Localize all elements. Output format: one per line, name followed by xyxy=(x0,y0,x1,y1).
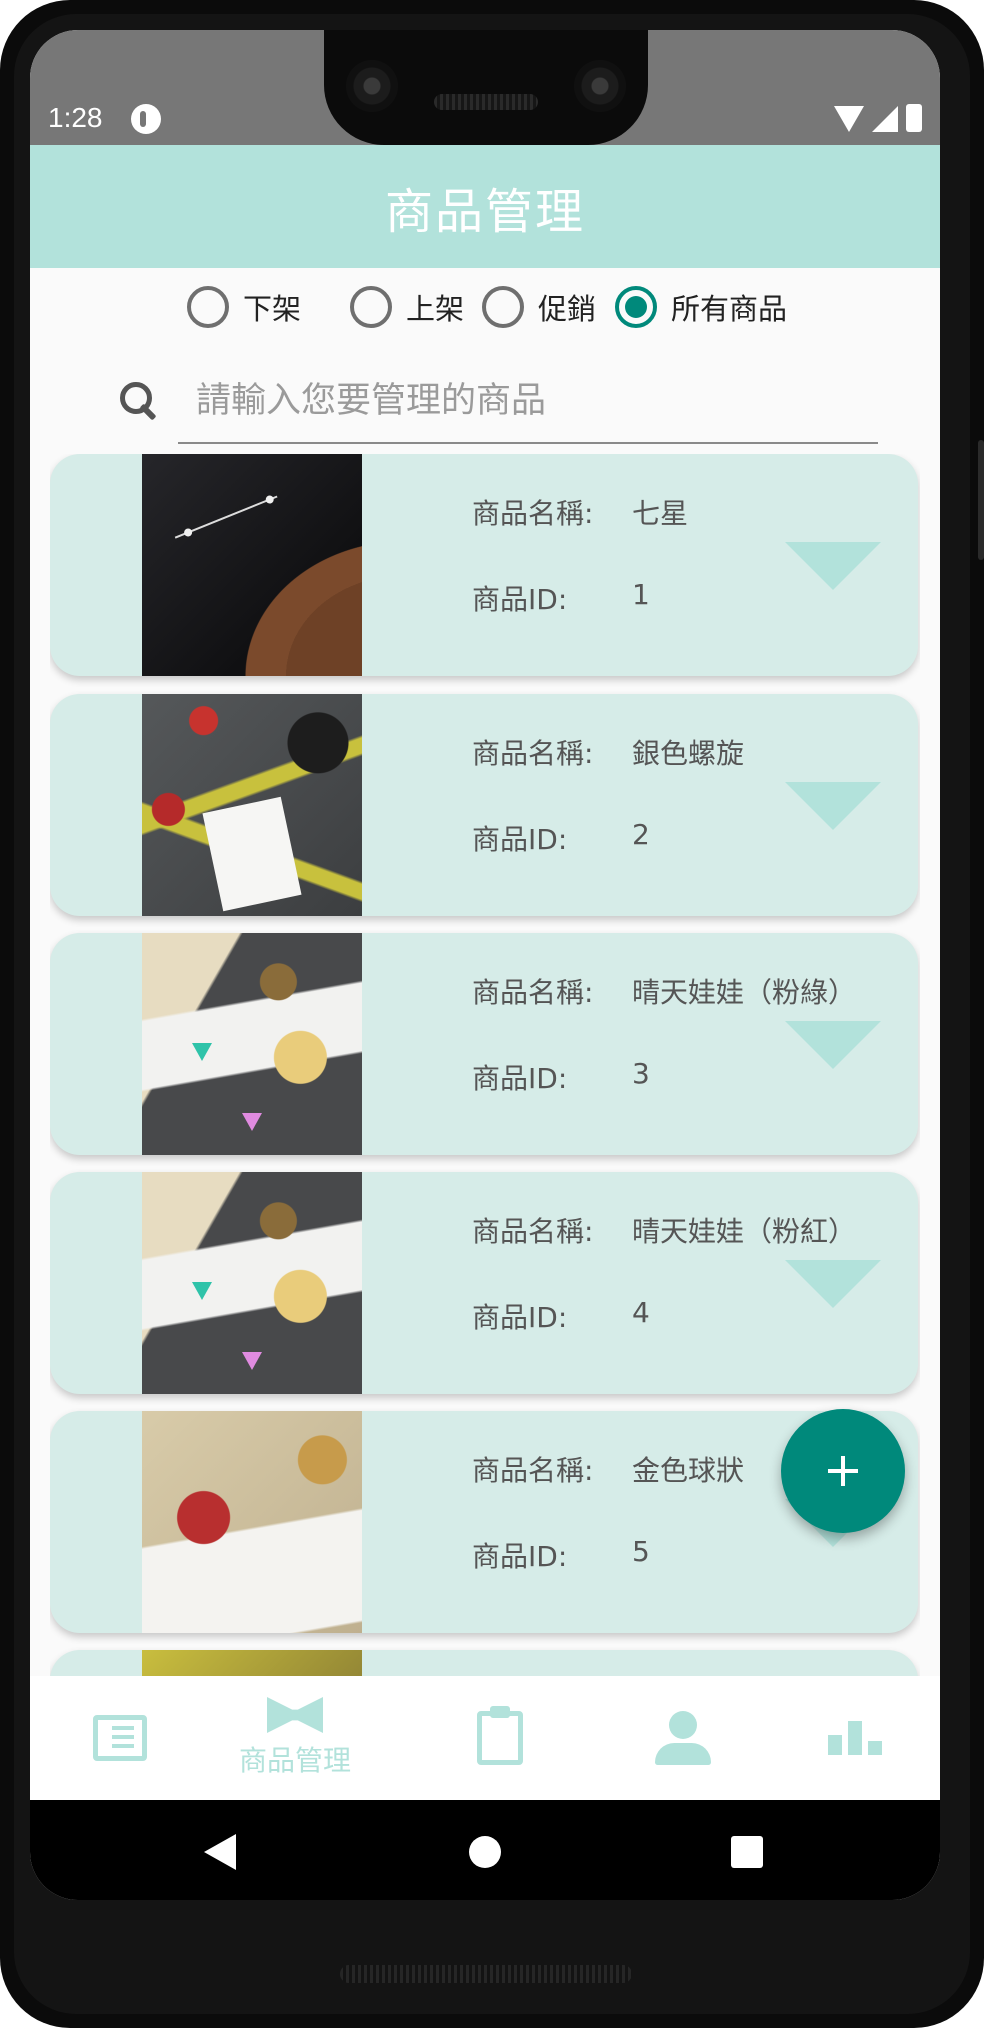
product-id-label: 商品ID: xyxy=(472,583,568,616)
product-image xyxy=(142,1411,362,1633)
phone-frame: 1:28 商品管理 下架 上架 促銷 所有商品 請輸入您要管理的商品 商品名稱:… xyxy=(0,0,984,2028)
filter-label: 上架 xyxy=(406,292,465,326)
product-id-label: 商品ID: xyxy=(472,1540,568,1573)
filter-radio-delisted[interactable]: 下架 xyxy=(187,286,301,328)
product-card[interactable]: 商品名稱: 銀色螺旋 商品ID: 2 xyxy=(50,694,918,916)
nav-item-news[interactable] xyxy=(90,1676,150,1800)
search-bar xyxy=(118,360,908,445)
data-saver-icon xyxy=(131,104,161,134)
add-product-button[interactable] xyxy=(781,1409,905,1533)
product-id: 4 xyxy=(632,1296,650,1329)
expand-arrow-icon[interactable] xyxy=(785,1260,881,1308)
filter-label: 促銷 xyxy=(538,292,597,326)
filter-radio-promotion[interactable]: 促銷 xyxy=(482,286,596,328)
front-camera-icon xyxy=(574,60,626,112)
bowtie-icon xyxy=(267,1697,323,1733)
product-id: 5 xyxy=(632,1535,650,1568)
product-card[interactable]: 商品名稱: 七星 商品ID: 1 xyxy=(50,454,918,676)
status-filter-group: 下架 上架 促銷 所有商品 xyxy=(30,268,940,338)
status-time: 1:28 xyxy=(48,102,103,133)
screen: 1:28 商品管理 下架 上架 促銷 所有商品 請輸入您要管理的商品 商品名稱:… xyxy=(30,30,940,1900)
radio-unchecked-icon xyxy=(187,286,229,328)
product-name: 金色球狀 xyxy=(632,1454,745,1487)
battery-icon xyxy=(906,104,922,132)
power-button xyxy=(978,440,984,560)
filter-label: 所有商品 xyxy=(671,292,788,326)
system-navigation-bar xyxy=(30,1800,940,1900)
earpiece-speaker xyxy=(434,94,538,110)
radio-unchecked-icon xyxy=(350,286,392,328)
product-id-label: 商品ID: xyxy=(472,1062,568,1095)
product-id-label: 商品ID: xyxy=(472,1301,568,1334)
product-image xyxy=(142,933,362,1155)
home-icon[interactable] xyxy=(469,1836,501,1868)
product-card[interactable]: 商品名稱: 晴天娃娃（粉綠） 商品ID: 3 xyxy=(50,933,918,1155)
product-id-label: 商品ID: xyxy=(472,823,568,856)
status-icons xyxy=(834,104,922,132)
camera-notch xyxy=(324,30,648,145)
product-image xyxy=(142,454,362,676)
product-name-label: 商品名稱: xyxy=(472,976,594,1009)
recents-icon[interactable] xyxy=(731,1836,763,1868)
wifi-icon xyxy=(834,106,864,132)
product-name-label: 商品名稱: xyxy=(472,737,594,770)
radio-unchecked-icon xyxy=(482,286,524,328)
page-title: 商品管理 xyxy=(384,183,585,240)
product-name: 銀色螺旋 xyxy=(632,737,745,770)
nav-item-orders[interactable] xyxy=(470,1676,530,1800)
product-list[interactable]: 商品名稱: 七星 商品ID: 1 商品名稱: 銀色螺旋 商品ID: 2 商品名稱… xyxy=(50,454,920,1704)
product-name: 晴天娃娃（粉紅） xyxy=(632,1215,857,1248)
person-icon xyxy=(655,1711,711,1765)
nav-item-products[interactable]: 商品管理 xyxy=(230,1676,360,1800)
clipboard-icon xyxy=(477,1706,523,1765)
filter-radio-all[interactable]: 所有商品 xyxy=(615,286,787,328)
news-icon xyxy=(93,1715,147,1761)
radio-checked-icon xyxy=(615,286,657,328)
product-image xyxy=(142,1172,362,1394)
cell-signal-icon xyxy=(872,106,898,132)
expand-arrow-icon[interactable] xyxy=(785,1021,881,1069)
product-image xyxy=(142,694,362,916)
back-icon[interactable] xyxy=(204,1834,236,1870)
bar-chart-icon xyxy=(828,1721,882,1755)
product-name-label: 商品名稱: xyxy=(472,1215,594,1248)
app-bar: 商品管理 xyxy=(30,145,940,268)
product-name-label: 商品名稱: xyxy=(472,1454,594,1487)
search-icon xyxy=(118,380,162,424)
nav-item-stats[interactable] xyxy=(820,1676,890,1800)
expand-arrow-icon[interactable] xyxy=(785,542,881,590)
product-id: 2 xyxy=(632,818,650,851)
bottom-speaker xyxy=(340,1965,632,1983)
product-card[interactable]: 商品名稱: 晴天娃娃（粉紅） 商品ID: 4 xyxy=(50,1172,918,1394)
product-id: 3 xyxy=(632,1057,650,1090)
bottom-navigation: 商品管理 xyxy=(30,1676,940,1800)
expand-arrow-icon[interactable] xyxy=(785,782,881,830)
product-name: 七星 xyxy=(632,497,689,530)
product-name-label: 商品名稱: xyxy=(472,497,594,530)
filter-label: 下架 xyxy=(243,292,302,326)
nav-item-account[interactable] xyxy=(648,1676,718,1800)
front-camera-icon xyxy=(346,60,398,112)
product-id: 1 xyxy=(632,578,650,611)
product-name: 晴天娃娃（粉綠） xyxy=(632,976,857,1009)
filter-radio-listed[interactable]: 上架 xyxy=(350,286,464,328)
nav-item-label: 商品管理 xyxy=(238,1744,351,1777)
search-input[interactable] xyxy=(178,360,878,444)
